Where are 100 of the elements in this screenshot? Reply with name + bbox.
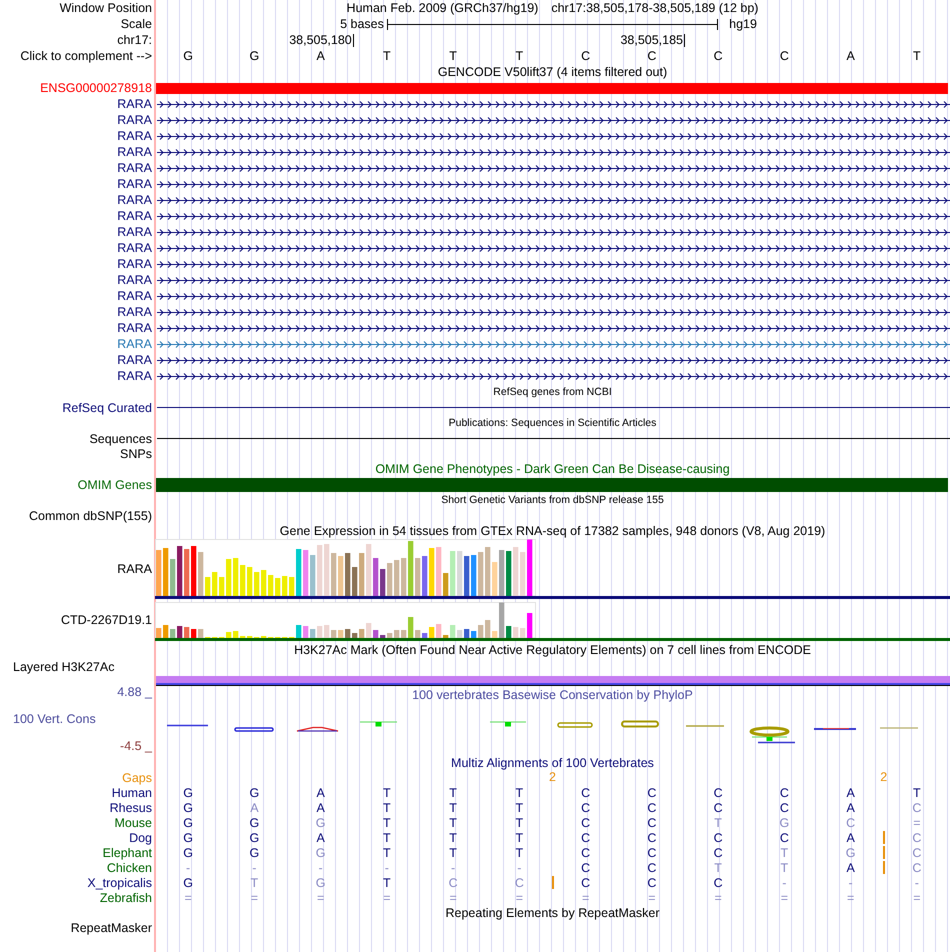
aligned-base: T	[383, 830, 391, 844]
aligned-base: C	[581, 846, 590, 860]
expression-bar	[429, 548, 434, 596]
expression-bar	[443, 635, 448, 638]
track-title: Repeating Elements by RepeatMasker	[445, 906, 660, 920]
aligned-base: T	[516, 800, 524, 814]
expression-bar	[520, 552, 526, 596]
expression-bar	[520, 628, 526, 638]
expression-bar	[478, 625, 484, 638]
aligned-base: G	[780, 816, 790, 830]
expression-bar	[198, 629, 204, 638]
expression-bar	[247, 567, 252, 596]
aligned-base: A	[846, 786, 855, 800]
aligned-base: G	[183, 876, 193, 890]
aligned-base: G	[316, 846, 326, 860]
item-label: RARA	[117, 305, 152, 319]
aligned-base: C	[714, 846, 723, 860]
expression-bar	[345, 553, 350, 596]
expression-bar	[233, 631, 238, 638]
item-label: RARA	[117, 337, 152, 351]
track-title: 100 vertebrates Basewise Conservation by PhyloP	[412, 688, 693, 702]
expression-bar	[415, 630, 420, 638]
track-label: RepeatMasker	[70, 921, 152, 935]
aligned-base: =	[846, 890, 854, 904]
track-title: RefSeq genes from NCBI	[493, 385, 612, 399]
aligned-base: A	[316, 786, 325, 800]
base-letter: G	[183, 49, 193, 63]
expression-bar	[485, 620, 490, 638]
scale-length-label: 5 bases	[340, 17, 384, 31]
species-label: Human	[112, 786, 152, 800]
conservation-glyph	[490, 722, 526, 726]
expression-bar	[366, 623, 372, 638]
expression-bar	[156, 550, 162, 596]
aligned-base: T	[449, 846, 457, 860]
item-label: RARA	[117, 321, 152, 335]
expression-bar	[359, 629, 364, 638]
track-label: RefSeq Curated	[62, 400, 152, 414]
aligned-base: C	[780, 830, 789, 844]
expression-bar	[513, 547, 518, 596]
base-letter: G	[250, 49, 260, 63]
base-letter: C	[780, 49, 789, 63]
item-label: RARA	[117, 177, 152, 191]
expression-bar	[233, 558, 238, 596]
track-label: SNPs	[120, 446, 152, 460]
expression-bar	[352, 567, 358, 596]
expression-bar	[527, 613, 532, 638]
aligned-base: =	[913, 816, 921, 830]
aligned-base: T	[714, 860, 722, 874]
aligned-base: C	[514, 876, 524, 890]
conservation-glyph	[621, 720, 659, 728]
track-label: CTD-2267D19.1	[60, 613, 152, 627]
ruler-tick	[684, 34, 685, 46]
item-label: RARA	[117, 353, 152, 367]
expression-bar	[422, 633, 428, 638]
expression-bar	[387, 633, 392, 638]
aligned-base: C	[581, 816, 590, 830]
aligned-base: T	[516, 786, 524, 800]
item-label: RARA	[117, 225, 152, 239]
expression-bar	[373, 558, 378, 596]
base-letter: T	[449, 49, 457, 63]
expression-bar	[429, 627, 434, 638]
expression-bar	[317, 545, 322, 596]
track-title: Gene Expression in 54 tissues from GTEx RNA-seq of 17382 samples, 948 donors (V8, Aug 2019)	[280, 524, 826, 538]
expression-bar	[205, 577, 210, 596]
expression-bar	[471, 631, 476, 638]
expression-bar	[177, 626, 182, 638]
expression-bar	[436, 624, 442, 638]
item-label: RARA	[117, 129, 152, 143]
item-label: RARA	[117, 113, 152, 127]
expression-bar	[485, 547, 490, 596]
aligned-base: -	[252, 860, 256, 874]
expression-bar	[212, 572, 218, 596]
expression-bar	[394, 560, 400, 596]
expression-bar	[401, 558, 406, 596]
expression-bar	[317, 626, 322, 638]
base-letter: A	[846, 49, 855, 63]
aligned-base: C	[581, 876, 590, 890]
aligned-base: =	[316, 890, 324, 904]
aligned-base: =	[516, 890, 524, 904]
aligned-base: T	[780, 846, 788, 860]
conservation-glyph	[234, 727, 274, 732]
expression-bar	[240, 565, 246, 596]
gap-count: 2	[880, 770, 888, 784]
expression-bar	[331, 553, 336, 596]
expression-bar	[436, 547, 442, 596]
aligned-base: C	[780, 786, 789, 800]
expression-bar	[359, 553, 364, 596]
expression-bar	[303, 626, 308, 638]
gap-count: 2	[549, 770, 556, 784]
expression-bar	[191, 546, 196, 596]
expression-bar	[296, 549, 302, 596]
item-label: RARA	[117, 257, 152, 271]
aligned-base: =	[648, 890, 656, 904]
aligned-base: A	[316, 830, 325, 844]
expression-bar	[457, 551, 462, 596]
aligned-base: G	[316, 876, 326, 890]
aligned-base: C	[714, 800, 723, 814]
track-title: GENCODE V50lift37 (4 items filtered out)	[438, 65, 668, 79]
aligned-base: T	[383, 800, 391, 814]
expression-bar	[226, 559, 232, 596]
